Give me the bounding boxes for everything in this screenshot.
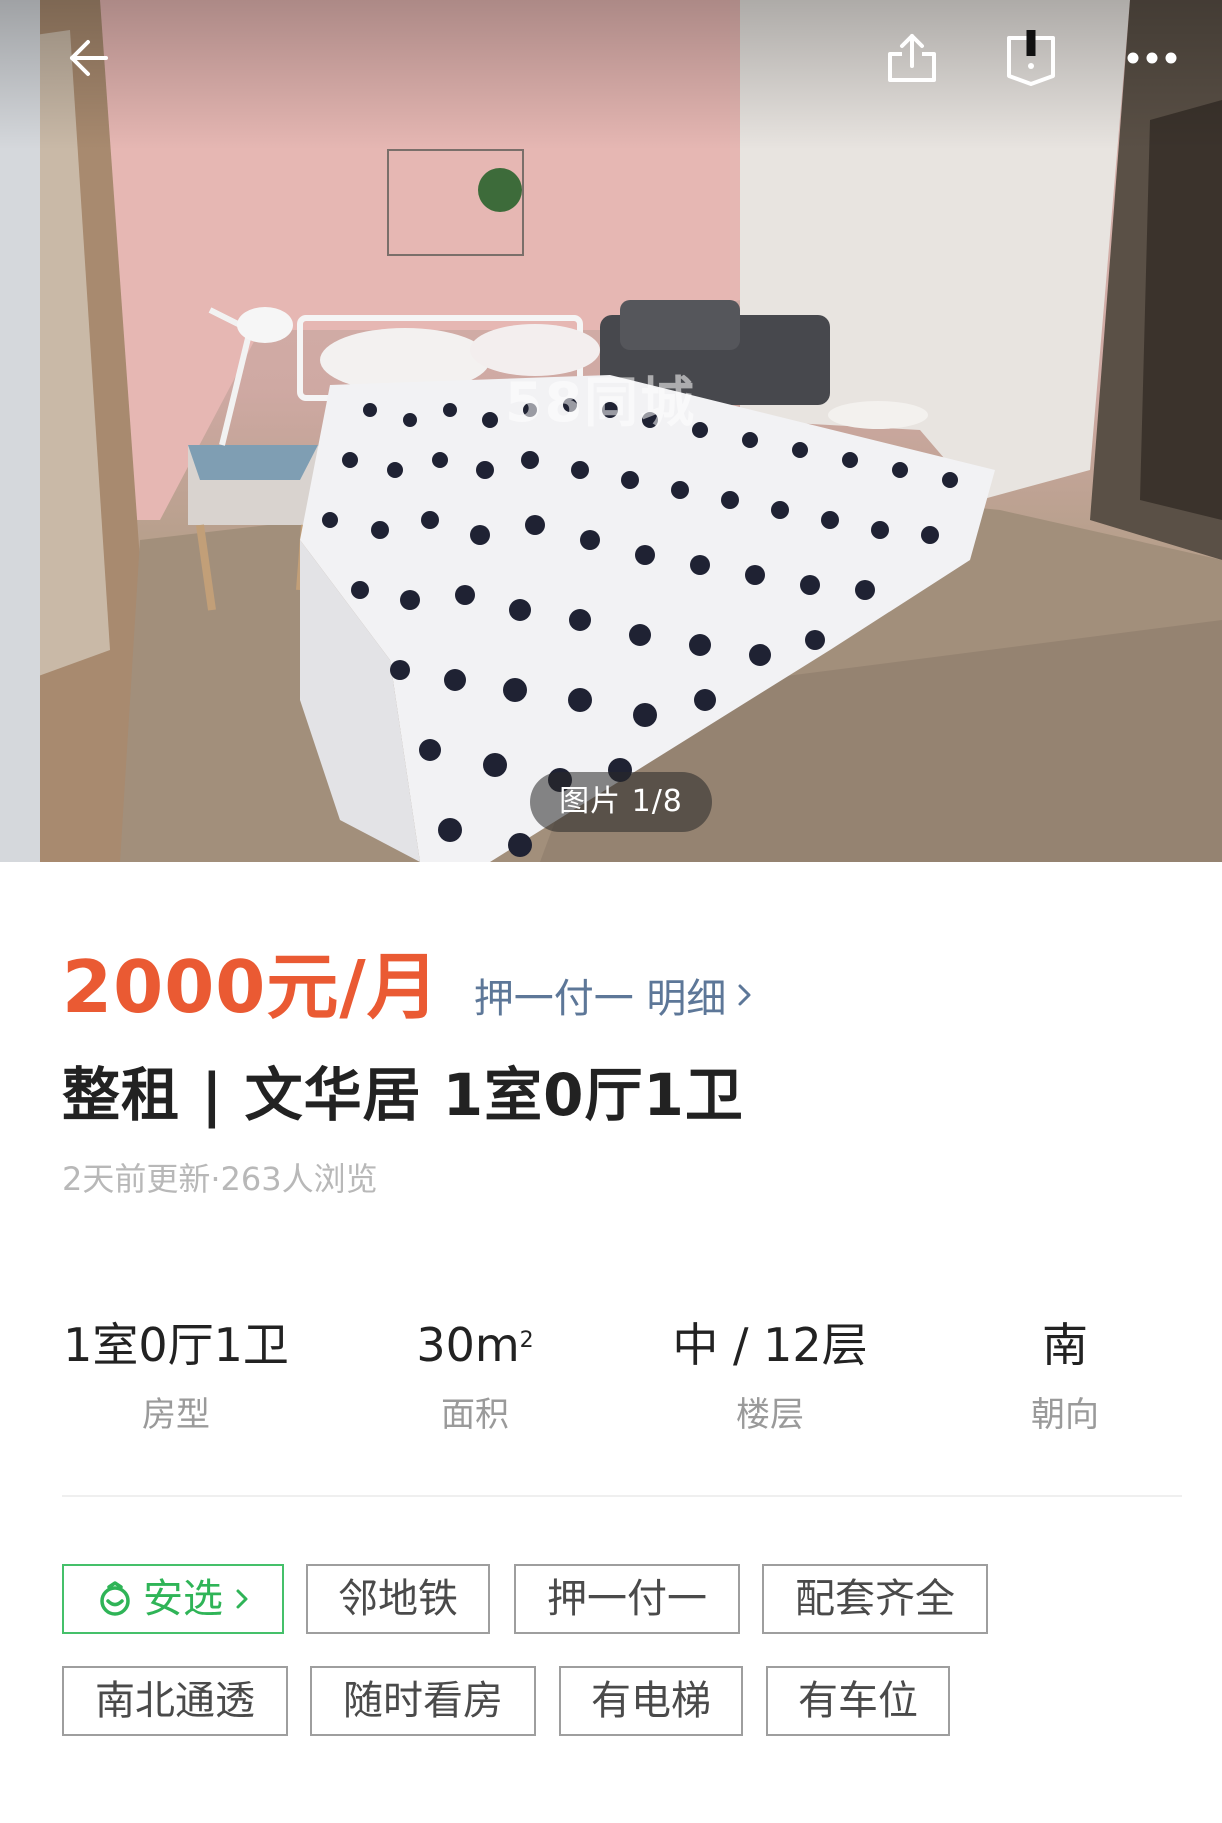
tag-parking: 有车位 xyxy=(766,1666,950,1736)
report-button[interactable] xyxy=(995,22,1067,94)
deposit-detail-link[interactable]: 押一付一 明细 xyxy=(474,966,755,1024)
tag-viewing-anytime: 随时看房 xyxy=(310,1666,536,1736)
deposit-label: 押一付一 明细 xyxy=(473,976,727,1022)
listing-meta: 2天前更新·263人浏览 xyxy=(62,1160,378,1198)
tag-north-south: 南北通透 xyxy=(62,1666,288,1736)
spec-value: 30m2 xyxy=(416,1318,534,1372)
chevron-right-icon xyxy=(738,984,751,1006)
arrow-left-icon xyxy=(70,40,108,76)
spec-orientation: 南 朝向 xyxy=(915,1315,1215,1436)
spec-layout: 1室0厅1卫 房型 xyxy=(26,1315,326,1436)
chevron-right-icon xyxy=(235,1586,249,1612)
spec-area: 30m2 面积 xyxy=(325,1315,625,1436)
more-button[interactable] xyxy=(1116,22,1188,94)
divider xyxy=(62,1495,1182,1497)
tag-near-subway: 邻地铁 xyxy=(306,1564,490,1634)
share-icon xyxy=(888,34,936,82)
bookmark-icon xyxy=(1007,30,1055,86)
listing-title: 整租 | 文华居 1室0厅1卫 xyxy=(62,1061,744,1129)
more-dots-icon xyxy=(1127,52,1177,64)
tag-fully-furnished: 配套齐全 xyxy=(762,1564,988,1634)
smile-icon xyxy=(97,1581,133,1617)
tag-deposit-one-pay-one: 押一付一 xyxy=(514,1564,740,1634)
spec-floor: 中 / 12层 楼层 xyxy=(620,1315,920,1436)
tag-label: 安选 xyxy=(143,1576,223,1622)
spec-value: 中 / 12层 xyxy=(672,1318,868,1372)
listing-page: 58同城 图片 1/8 2000元/月 押一付一 明细 整租 | 文华居 1室0… xyxy=(0,0,1222,1823)
watermark: 58同城 xyxy=(505,371,697,434)
spec-label: 朝向 xyxy=(1031,1395,1099,1435)
spec-row: 1室0厅1卫 房型 30m2 面积 中 / 12层 楼层 南 朝向 xyxy=(0,1315,1222,1445)
unit-superscript: 2 xyxy=(519,1328,534,1353)
spec-value: 1室0厅1卫 xyxy=(63,1318,289,1372)
spec-label: 面积 xyxy=(441,1395,509,1435)
price-row: 2000元/月 押一付一 明细 xyxy=(62,928,754,1029)
share-button[interactable] xyxy=(876,22,948,94)
price: 2000元/月 xyxy=(62,945,440,1029)
spec-value: 南 xyxy=(1042,1318,1088,1372)
spec-label: 楼层 xyxy=(736,1395,804,1435)
photo-counter: 图片 1/8 xyxy=(530,772,712,832)
tag-elevator: 有电梯 xyxy=(559,1666,743,1736)
back-button[interactable] xyxy=(52,22,124,94)
spec-label: 房型 xyxy=(142,1395,210,1435)
photo-gallery[interactable]: 58同城 图片 1/8 xyxy=(0,0,1222,862)
tag-anxuan[interactable]: 安选 xyxy=(62,1564,284,1634)
